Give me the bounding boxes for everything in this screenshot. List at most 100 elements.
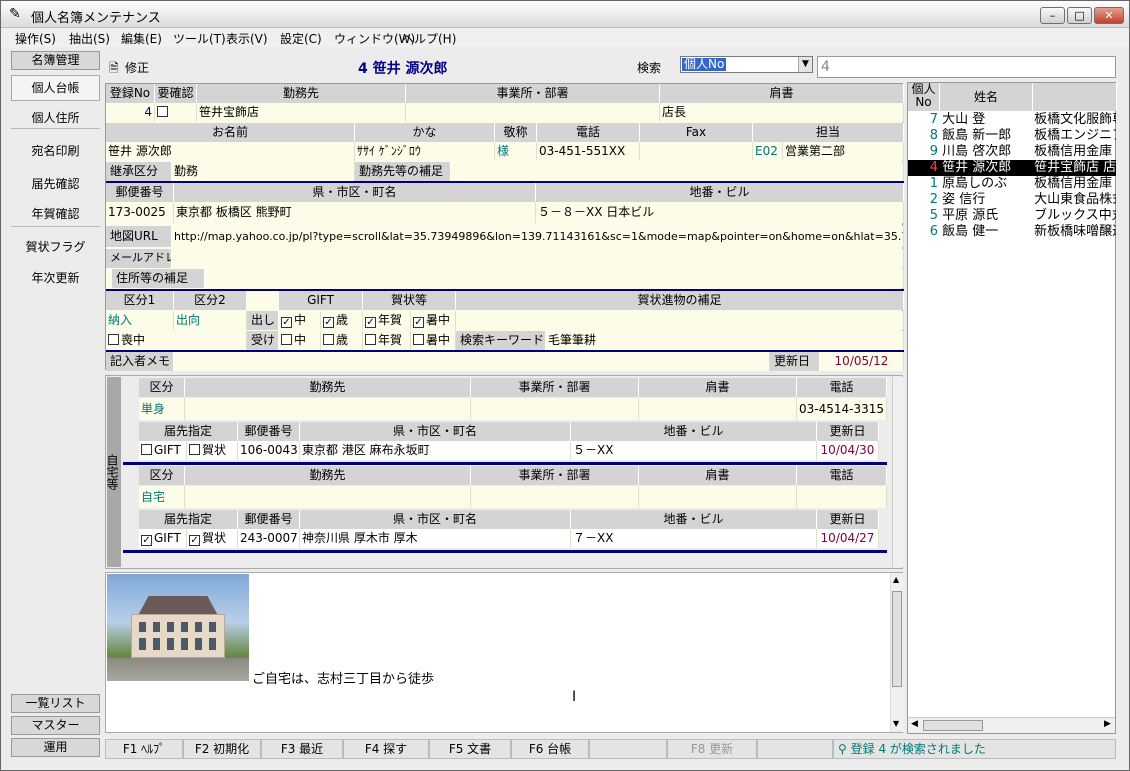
list-name-header[interactable]: 姓名 — [940, 83, 1033, 111]
cat1-field[interactable]: 納入 — [106, 311, 174, 330]
succession-field[interactable]: 勤務 — [172, 162, 355, 181]
close-button[interactable]: ✕ — [1094, 7, 1124, 24]
menu-help[interactable]: ヘルプ(H) — [402, 30, 456, 47]
memo-field[interactable] — [174, 352, 770, 371]
chevron-down-icon[interactable]: ▼ — [798, 57, 812, 72]
sidebar-item-print[interactable]: 宛名印刷 — [11, 142, 100, 159]
zip-field[interactable]: 173-0025 — [106, 202, 174, 223]
f7-blank-button[interactable] — [589, 739, 667, 759]
card-in-summer[interactable]: 暑中 — [411, 331, 456, 350]
list-hscroll[interactable]: ◀ ▶ — [908, 717, 1115, 733]
phone-field[interactable] — [797, 486, 887, 508]
list-item[interactable]: 8 飯島 新一郎 板橋エンジニア — [908, 128, 1116, 144]
card-checkbox[interactable]: ✓ 賀状 — [187, 529, 238, 548]
menu-extract[interactable]: 抽出(S) — [69, 30, 110, 47]
card-checkbox[interactable]: 賀状 — [187, 441, 238, 460]
scroll-down-icon[interactable]: ▼ — [893, 719, 899, 728]
note-scrollbar[interactable]: ▲ ▼ — [890, 573, 903, 732]
cat2-field[interactable]: 出向 — [174, 311, 247, 330]
sidebar-item-card-flag[interactable]: 賀状フラグ — [11, 238, 100, 255]
list-item[interactable]: 9 川島 啓次郎 板橋信用金庫 — [908, 144, 1116, 160]
needs-check-checkbox[interactable] — [157, 106, 168, 117]
list-item-selected[interactable]: 4 笹井 源次郎 笹井宝飾店 店 — [908, 160, 1116, 176]
menu-settings[interactable]: 設定(C) — [280, 30, 322, 47]
staff-code-field[interactable]: E02 — [753, 142, 783, 161]
keyword-field[interactable]: 毛筆筆耕 — [546, 331, 904, 350]
scroll-left-icon[interactable]: ◀ — [911, 719, 918, 729]
street-field[interactable]: ５－８－XX 日本ビル — [536, 202, 904, 223]
position-field[interactable]: 店長 — [660, 103, 904, 122]
zip-field[interactable]: 106-0043 — [238, 441, 300, 460]
mourning-checkbox[interactable]: 喪中 — [106, 331, 247, 350]
card-out-new[interactable]: ✓ 年賀 — [363, 311, 411, 330]
sidebar-item-ledger[interactable]: 個人台帳 — [11, 75, 100, 101]
city-field[interactable]: 東京都 港区 麻布永坂町 — [300, 441, 571, 460]
name-field[interactable]: 笹井 源次郎 — [106, 142, 355, 161]
menu-operation[interactable]: 操作(S) — [15, 30, 56, 47]
company-note-field[interactable] — [451, 162, 904, 181]
menu-view[interactable]: 表示(V) — [226, 30, 268, 47]
f1-help-button[interactable]: F1 ﾍﾙﾌﾟ — [105, 739, 183, 759]
position-field[interactable] — [639, 486, 797, 508]
phone-field[interactable]: 03-4514-3315 — [797, 398, 887, 420]
list-item[interactable]: 2 姿 信行 大山東食品株式 — [908, 192, 1116, 208]
scroll-up-icon[interactable]: ▲ — [893, 575, 899, 584]
address-scrollbar[interactable] — [892, 377, 903, 567]
f9-blank-button[interactable] — [757, 739, 833, 759]
gift-in-year[interactable]: 歳 — [321, 331, 363, 350]
department-field[interactable] — [471, 486, 639, 508]
kind-field[interactable]: 自宅 — [139, 486, 185, 508]
list-item[interactable]: 6 飯島 健一 新板橋味噌醸造 — [908, 224, 1116, 240]
menu-tools[interactable]: ツール(T) — [173, 30, 226, 47]
street-field[interactable]: ７－XX — [571, 529, 817, 548]
address-note-field[interactable] — [205, 269, 904, 288]
department-field[interactable] — [406, 103, 660, 122]
search-input[interactable]: 4 — [817, 56, 1116, 78]
zip-field[interactable]: 243-0007 — [238, 529, 300, 548]
fax-field[interactable] — [640, 142, 753, 161]
f8-update-button[interactable]: F8 更新 — [667, 739, 757, 759]
gift-checkbox[interactable]: GIFT — [139, 441, 187, 460]
scroll-right-icon[interactable]: ▶ — [1104, 719, 1111, 729]
sidebar-item-dest-check[interactable]: 届先確認 — [11, 175, 100, 192]
company-field[interactable]: 笹井宝飾店 — [197, 103, 406, 122]
list-item[interactable]: 1 原島しのぶ 板橋信用金庫 — [908, 176, 1116, 192]
sidebar-list-button[interactable]: 一覧リスト — [11, 694, 100, 713]
list-item[interactable]: 5 平原 源氏 ブルックス中丸 — [908, 208, 1116, 224]
search-field-select[interactable]: 個人No ▼ — [680, 56, 813, 73]
sidebar-header[interactable]: 名簿管理 — [11, 51, 100, 70]
list-no-header[interactable]: 個人No — [908, 83, 940, 111]
scroll-thumb[interactable] — [892, 591, 902, 687]
position-field[interactable] — [639, 398, 797, 420]
card-note-field[interactable] — [456, 311, 904, 330]
scroll-thumb[interactable] — [923, 720, 983, 731]
maximize-button[interactable]: □ — [1067, 7, 1092, 24]
map-url-field[interactable]: http://map.yahoo.co.jp/pl?type=scroll&la… — [172, 226, 904, 247]
minimize-button[interactable]: – — [1040, 7, 1065, 24]
menu-edit[interactable]: 編集(E) — [121, 30, 162, 47]
f3-recent-button[interactable]: F3 最近 — [261, 739, 343, 759]
company-field[interactable] — [185, 486, 471, 508]
sidebar-operation-button[interactable]: 運用 — [11, 738, 100, 757]
city-field[interactable]: 東京都 板橋区 熊野町 — [174, 202, 536, 223]
gift-checkbox[interactable]: ✓ GIFT — [139, 529, 187, 548]
company-field[interactable] — [185, 398, 471, 420]
reg-no-value[interactable]: 4 — [106, 103, 155, 122]
sidebar-master-button[interactable]: マスター — [11, 716, 100, 735]
sidebar-item-address[interactable]: 個人住所 — [11, 109, 100, 126]
card-in-new[interactable]: 年賀 — [363, 331, 411, 350]
f2-reset-button[interactable]: F2 初期化 — [183, 739, 261, 759]
department-field[interactable] — [471, 398, 639, 420]
phone-field[interactable]: 03-451-551XX — [537, 142, 640, 161]
list-org-header[interactable] — [1033, 83, 1117, 111]
f4-find-button[interactable]: F4 探す — [343, 739, 429, 759]
note-area[interactable]: ご自宅は、志村三丁目から徒歩 I ▲ ▼ — [105, 572, 903, 733]
list-item[interactable]: 7 大山 登 板橋文化服飾専 — [908, 112, 1116, 128]
sidebar-item-annual-update[interactable]: 年次更新 — [11, 269, 100, 286]
sidebar-item-newyear-check[interactable]: 年賀確認 — [11, 205, 100, 222]
f6-ledger-button[interactable]: F6 台帳 — [511, 739, 589, 759]
kind-field[interactable]: 単身 — [139, 398, 185, 420]
street-field[interactable]: ５－XX — [571, 441, 817, 460]
gift-out-year[interactable]: ✓ 歳 — [321, 311, 363, 330]
card-out-summer[interactable]: ✓ 暑中 — [411, 311, 456, 330]
